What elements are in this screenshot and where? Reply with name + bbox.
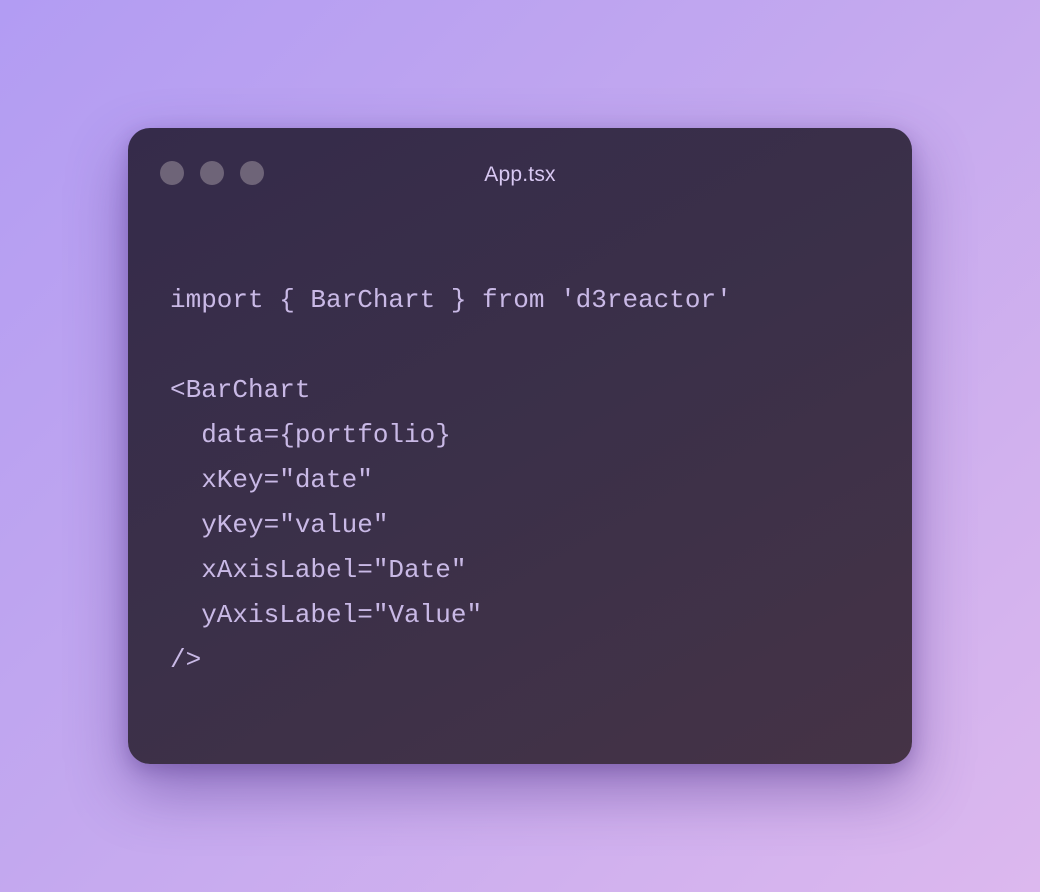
window-title: App.tsx bbox=[484, 163, 556, 186]
code-window: App.tsx import { BarChart } from 'd3reac… bbox=[128, 128, 912, 764]
window-titlebar: App.tsx bbox=[128, 128, 912, 218]
code-line-import: import { BarChart } from 'd3reactor' bbox=[170, 285, 732, 315]
code-line-ykey-prop: yKey="value" bbox=[170, 510, 389, 540]
code-line-xkey-prop: xKey="date" bbox=[170, 465, 373, 495]
code-line-data-prop: data={portfolio} bbox=[170, 420, 451, 450]
code-line-component-open: <BarChart bbox=[170, 375, 311, 405]
code-line-yaxislabel-prop: yAxisLabel="Value" bbox=[170, 600, 483, 630]
code-line-xaxislabel-prop: xAxisLabel="Date" bbox=[170, 555, 467, 585]
code-line-component-close: /> bbox=[170, 645, 202, 675]
code-block: import { BarChart } from 'd3reactor' <Bar… bbox=[170, 278, 732, 683]
